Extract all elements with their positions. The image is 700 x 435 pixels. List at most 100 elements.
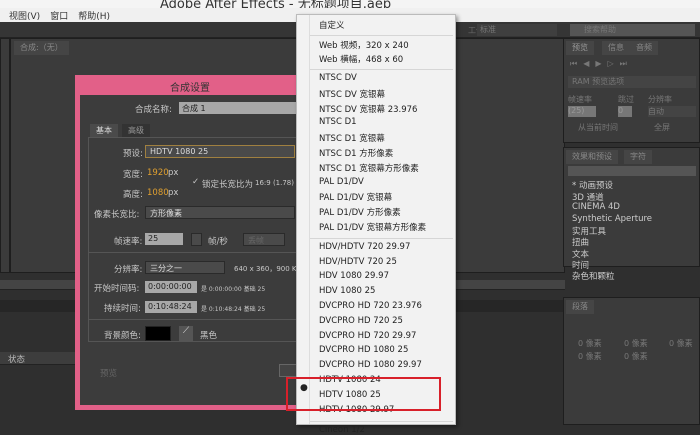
fps-unit: 帧/秒 <box>208 237 228 247</box>
effects-search[interactable] <box>568 166 696 176</box>
tab-preview[interactable]: 预览 <box>566 41 594 55</box>
height-label: 高度: <box>123 190 143 200</box>
tab-info[interactable]: 信息 <box>602 41 630 55</box>
bg-color-name: 黑色 <box>200 331 218 341</box>
fullscreen-checkbox[interactable]: 全屏 <box>654 122 670 133</box>
res-label: 分辨率 <box>648 95 672 104</box>
preset-menu-item[interactable]: NTSC D1 方形像素 <box>319 147 393 159</box>
menu-view[interactable]: 视图(V) <box>9 9 40 22</box>
tab-effects[interactable]: 效果和预设 <box>566 150 618 164</box>
preset-menu-item[interactable]: NTSC DV 宽银幕 <box>319 88 385 100</box>
bg-color-label: 背景颜色: <box>104 331 141 341</box>
workspace-select[interactable]: 标准 <box>477 24 557 36</box>
par-label: 像素长宽比: <box>94 210 140 220</box>
preset-menu-item[interactable]: HDV/HDTV 720 29.97 <box>319 242 410 252</box>
preset-menu-item[interactable]: NTSC D1 宽银幕方形像素 <box>319 162 419 174</box>
effects-item[interactable]: * 动画预设 <box>572 179 613 191</box>
indent-left-value[interactable]: 0 像素 <box>578 338 602 349</box>
fps-label: 帧速率 <box>568 95 592 104</box>
preset-menu-item[interactable]: NTSC D1 宽银幕 <box>319 132 385 144</box>
resolution-label: 分辨率: <box>114 265 143 275</box>
tab-composition[interactable]: 合成:（无） <box>14 41 69 55</box>
width-value[interactable]: 1920 <box>147 168 169 178</box>
preset-menu-item[interactable]: NTSC DV <box>319 73 357 83</box>
menu-separator <box>310 237 453 239</box>
search-help-input[interactable]: 搜索帮助 <box>570 24 695 36</box>
preset-label: 预设: <box>123 149 143 159</box>
preset-menu-item[interactable]: NTSC D1 <box>319 117 357 127</box>
width-unit: px <box>168 168 179 178</box>
skip-label: 跳过 <box>618 95 634 104</box>
skip-select[interactable]: 0 <box>618 106 632 117</box>
project-panel <box>0 38 10 273</box>
tab-basic[interactable]: 基本 <box>90 124 118 137</box>
preset-menu-item[interactable]: Web 横幅，468 x 60 <box>319 53 403 65</box>
menu-window[interactable]: 窗口 <box>50 9 68 22</box>
preset-menu-item[interactable]: NTSC DV 宽银幕 23.976 <box>319 103 417 115</box>
title-bar: Adobe After Effects - 无标题项目.aep <box>0 0 700 12</box>
fps-input[interactable]: 25 <box>145 233 183 245</box>
preset-menu-item[interactable]: PAL D1/DV <box>319 177 364 187</box>
fps-label: 帧速率: <box>114 237 143 247</box>
preset-menu-item[interactable]: DVCPRO HD 720 25 <box>319 316 403 326</box>
divider <box>88 319 305 320</box>
start-timecode-info: 是 0:00:00:00 基础 25 <box>201 286 266 293</box>
lock-aspect-checkbox[interactable]: ✓ <box>192 177 199 187</box>
preset-menu-item[interactable]: DVCPRO HD 720 29.97 <box>319 331 416 341</box>
indent-right-value[interactable]: 0 像素 <box>669 338 693 349</box>
duration-label: 持续时间: <box>104 304 141 314</box>
comp-name-input[interactable]: 合成 1 <box>179 102 309 114</box>
menu-separator <box>310 69 453 70</box>
effects-item[interactable]: Synthetic Aperture <box>572 214 652 224</box>
height-value[interactable]: 1080 <box>147 188 169 198</box>
tab-paragraph[interactable]: 段落 <box>566 300 594 314</box>
fps-dropdown[interactable] <box>191 233 202 246</box>
menu-help[interactable]: 帮助(H) <box>78 9 110 22</box>
preset-menu-item[interactable]: PAL D1/DV 宽银幕 <box>319 191 392 203</box>
preview-checkbox[interactable]: 预览 <box>100 367 117 379</box>
preset-menu-item[interactable]: DVCPRO HD 1080 25 <box>319 345 408 355</box>
par-select[interactable]: 方形像素 <box>145 206 295 219</box>
preset-menu-item[interactable]: HDV 1080 29.97 <box>319 271 389 281</box>
preset-menu-item[interactable]: 自定义 <box>319 19 345 31</box>
from-current-checkbox[interactable]: 从当前时间 <box>578 122 618 133</box>
preset-menu-item[interactable]: HDV/HDTV 720 25 <box>319 257 397 267</box>
effects-item[interactable]: CINEMA 4D <box>572 202 620 212</box>
preset-menu-item[interactable]: PAL D1/DV 宽银幕方形像素 <box>319 221 426 233</box>
duration-input[interactable]: 0:10:48:24 <box>145 301 197 313</box>
preset-menu-item[interactable]: PAL D1/DV 方形像素 <box>319 206 401 218</box>
height-unit: px <box>168 188 179 198</box>
preview-panel: 预览 信息 音频 ⏮◀▶▷⏭ RAM 预览选项 帧速率 跳过 分辨率 (25) … <box>563 38 700 143</box>
drop-frame-select[interactable]: 丢帧 <box>243 233 285 246</box>
effects-item[interactable]: 杂色和颗粒 <box>572 270 615 282</box>
bg-color-swatch[interactable] <box>145 326 171 341</box>
start-timecode-label: 开始时间码: <box>94 284 140 294</box>
preset-menu-item[interactable]: DVCPRO HD 1080 29.97 <box>319 360 422 370</box>
effects-item[interactable]: 扭曲 <box>572 236 589 248</box>
start-timecode-input[interactable]: 0:00:00:00 <box>145 281 197 293</box>
composition-settings-dialog: 合成设置 合成名称: 合成 1 基本 高级 预设: HDTV 1080 25 宽… <box>75 75 309 410</box>
status-column: 状态 <box>8 355 26 365</box>
eyedropper-icon[interactable]: ⟋ <box>179 326 193 341</box>
lock-aspect-label: 锁定长宽比为 <box>202 180 254 190</box>
paragraph-panel: 段落 0 像素 0 像素 0 像素 0 像素 0 像素 <box>563 297 700 425</box>
tab-character[interactable]: 字符 <box>624 150 652 164</box>
resolution-select[interactable]: 三分之一 <box>145 261 225 274</box>
preset-select[interactable]: HDTV 1080 25 <box>145 145 295 158</box>
space-before-value[interactable]: 0 像素 <box>578 351 602 362</box>
tab-audio[interactable]: 音频 <box>630 41 658 55</box>
indent-first-value[interactable]: 0 像素 <box>624 338 648 349</box>
preset-menu-item[interactable]: Cineon 1/2 <box>319 425 365 435</box>
selected-bullet-icon: ● <box>300 383 308 393</box>
ram-preview-select[interactable]: RAM 预览选项 <box>568 76 696 88</box>
preset-dropdown-menu: 自定义 Web 视频，320 x 240 Web 横幅，468 x 60 NTSC D… <box>296 14 456 435</box>
preset-menu-item[interactable]: HDV 1080 25 <box>319 286 375 296</box>
tab-advanced[interactable]: 高级 <box>122 124 150 137</box>
preset-menu-item[interactable]: Web 视频，320 x 240 <box>319 39 409 51</box>
preset-menu-item[interactable]: DVCPRO HD 720 23.976 <box>319 301 422 311</box>
fps-select[interactable]: (25) <box>568 106 596 117</box>
playback-controls[interactable]: ⏮◀▶▷⏭ <box>570 59 633 69</box>
res-select[interactable]: 自动 <box>648 106 696 117</box>
space-after-value[interactable]: 0 像素 <box>624 351 648 362</box>
divider <box>88 252 305 253</box>
